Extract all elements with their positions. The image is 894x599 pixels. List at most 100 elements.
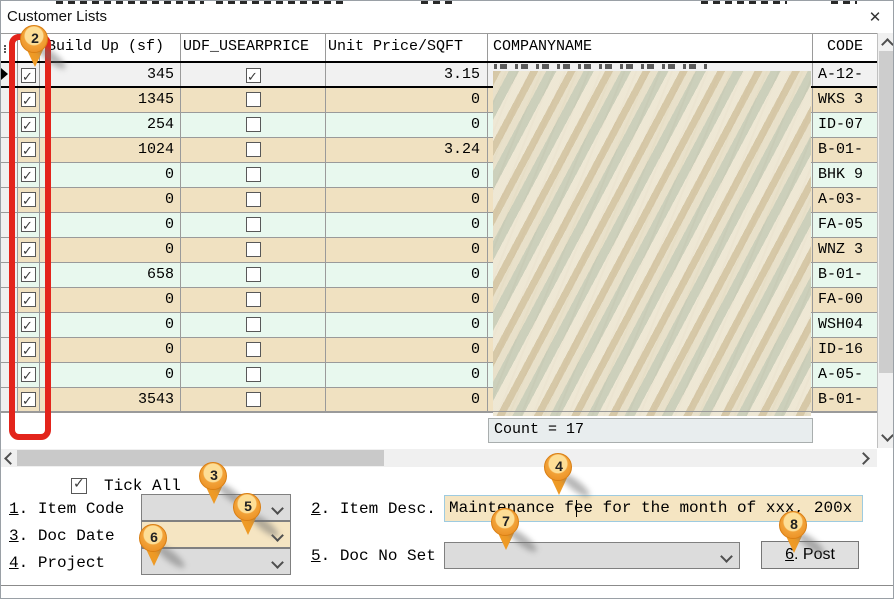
tick-all-checkbox[interactable] — [71, 478, 87, 494]
dialog-bottom-line — [1, 585, 894, 586]
build-up-cell: 345 — [40, 63, 181, 86]
row-tick-cell — [18, 263, 40, 287]
horizontal-scrollbar[interactable] — [1, 449, 877, 467]
scroll-left-icon[interactable] — [4, 452, 17, 465]
use-ar-price-checkbox[interactable] — [246, 142, 261, 157]
row-tick-checkbox[interactable] — [21, 317, 36, 332]
unit-price-cell: 0 — [326, 288, 488, 312]
column-chooser-icon — [4, 43, 15, 53]
row-tick-cell — [18, 138, 40, 162]
row-indicator-cell — [1, 213, 18, 237]
grid-bottom-line — [1, 411, 877, 412]
row-indicator-cell — [1, 263, 18, 287]
window-title: Customer Lists — [7, 8, 107, 25]
build-up-cell: 0 — [40, 288, 181, 312]
row-tick-checkbox[interactable] — [21, 392, 36, 407]
column-header-code[interactable]: CODE — [813, 34, 877, 61]
row-indicator-cell — [1, 163, 18, 187]
project-combo[interactable]: ----- — [141, 548, 291, 575]
column-chooser-header[interactable] — [1, 34, 18, 61]
row-tick-checkbox[interactable] — [21, 217, 36, 232]
column-header-unit-price[interactable]: Unit Price/SQFT — [326, 34, 488, 61]
row-tick-checkbox[interactable] — [21, 267, 36, 282]
row-indicator-cell — [1, 313, 18, 337]
tick-all-label: Tick All — [104, 477, 181, 495]
use-ar-price-checkbox[interactable] — [246, 192, 261, 207]
column-header-tick[interactable] — [18, 34, 40, 61]
column-header-companyname[interactable]: COMPANYNAME — [488, 34, 813, 61]
use-ar-price-checkbox[interactable] — [246, 242, 261, 257]
udf-usearprice-cell — [181, 288, 326, 312]
build-up-cell: 3543 — [40, 388, 181, 412]
chevron-down-icon — [271, 502, 284, 515]
use-ar-price-checkbox[interactable] — [246, 342, 261, 357]
use-ar-price-checkbox[interactable] — [246, 167, 261, 182]
unit-price-cell: 3.24 — [326, 138, 488, 162]
build-up-cell: 0 — [40, 338, 181, 362]
project-label: 4. Project — [9, 554, 105, 572]
code-cell: WSH04 — [813, 313, 877, 337]
row-tick-checkbox[interactable] — [21, 367, 36, 382]
customer-lists-dialog: Customer Lists ✕ Build Up (sf) UDF_USEAR… — [0, 0, 894, 599]
close-icon[interactable]: ✕ — [862, 7, 888, 29]
row-tick-checkbox[interactable] — [21, 242, 36, 257]
doc-date-picker[interactable]: 01/09/2020 — [141, 521, 291, 548]
post-button[interactable]: 6. Post — [761, 541, 859, 569]
doc-no-set-combo[interactable]: Recurring Invoice - Maintena — [444, 542, 740, 569]
udf-usearprice-cell — [181, 88, 326, 112]
use-ar-price-checkbox[interactable] — [246, 68, 261, 83]
row-tick-checkbox[interactable] — [21, 167, 36, 182]
row-indicator-cell — [1, 388, 18, 412]
udf-usearprice-cell — [181, 263, 326, 287]
horizontal-scrollbar-thumb[interactable] — [17, 450, 384, 466]
row-tick-cell — [18, 163, 40, 187]
background-window-artifact — [701, 1, 787, 4]
row-indicator-cell — [1, 188, 18, 212]
code-cell: WKS 3 — [813, 88, 877, 112]
vertical-scrollbar-thumb[interactable] — [879, 51, 894, 373]
column-header-build-up[interactable]: Build Up (sf) — [40, 34, 181, 61]
row-tick-checkbox[interactable] — [21, 68, 36, 83]
code-cell: B-01- — [813, 388, 877, 412]
row-tick-cell — [18, 338, 40, 362]
code-cell: B-01- — [813, 263, 877, 287]
unit-price-cell: 0 — [326, 363, 488, 387]
item-code-label: 1. Item Code — [9, 500, 124, 518]
use-ar-price-checkbox[interactable] — [246, 267, 261, 282]
unit-price-cell: 0 — [326, 313, 488, 337]
item-code-combo[interactable]: MAINTENANCE FEE — [141, 494, 291, 521]
row-tick-checkbox[interactable] — [21, 142, 36, 157]
use-ar-price-checkbox[interactable] — [246, 117, 261, 132]
doc-date-label: 3. Doc Date — [9, 527, 115, 545]
scroll-right-icon[interactable] — [857, 452, 870, 465]
item-desc-input[interactable]: Maintenance fee for the month of xxx, 20… — [444, 495, 863, 522]
unit-price-cell: 3.15 — [326, 63, 488, 86]
row-tick-checkbox[interactable] — [21, 192, 36, 207]
row-tick-cell — [18, 213, 40, 237]
scroll-down-icon[interactable] — [881, 429, 894, 442]
use-ar-price-checkbox[interactable] — [246, 367, 261, 382]
column-header-udf-usearprice[interactable]: UDF_USEARPRICE — [181, 34, 326, 61]
unit-price-cell: 0 — [326, 163, 488, 187]
background-window-artifact — [831, 1, 857, 4]
use-ar-price-checkbox[interactable] — [246, 292, 261, 307]
row-tick-checkbox[interactable] — [21, 117, 36, 132]
row-tick-checkbox[interactable] — [21, 92, 36, 107]
udf-usearprice-cell — [181, 363, 326, 387]
row-tick-cell — [18, 388, 40, 412]
row-tick-checkbox[interactable] — [21, 342, 36, 357]
unit-price-cell: 0 — [326, 338, 488, 362]
chevron-down-icon — [271, 529, 284, 542]
code-cell: BHK 9 — [813, 163, 877, 187]
build-up-cell: 0 — [40, 313, 181, 337]
row-tick-checkbox[interactable] — [21, 292, 36, 307]
vertical-scrollbar[interactable] — [877, 33, 894, 448]
doc-no-set-label: 5. Doc No Set — [311, 547, 436, 565]
unit-price-cell: 0 — [326, 388, 488, 412]
redaction-smudge — [493, 71, 811, 416]
use-ar-price-checkbox[interactable] — [246, 317, 261, 332]
scroll-up-icon[interactable] — [881, 38, 894, 51]
use-ar-price-checkbox[interactable] — [246, 92, 261, 107]
use-ar-price-checkbox[interactable] — [246, 217, 261, 232]
use-ar-price-checkbox[interactable] — [246, 392, 261, 407]
